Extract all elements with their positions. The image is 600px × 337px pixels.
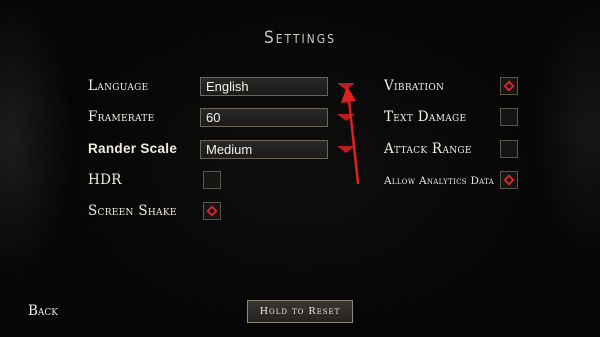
annotation-arrow-icon	[341, 86, 360, 185]
